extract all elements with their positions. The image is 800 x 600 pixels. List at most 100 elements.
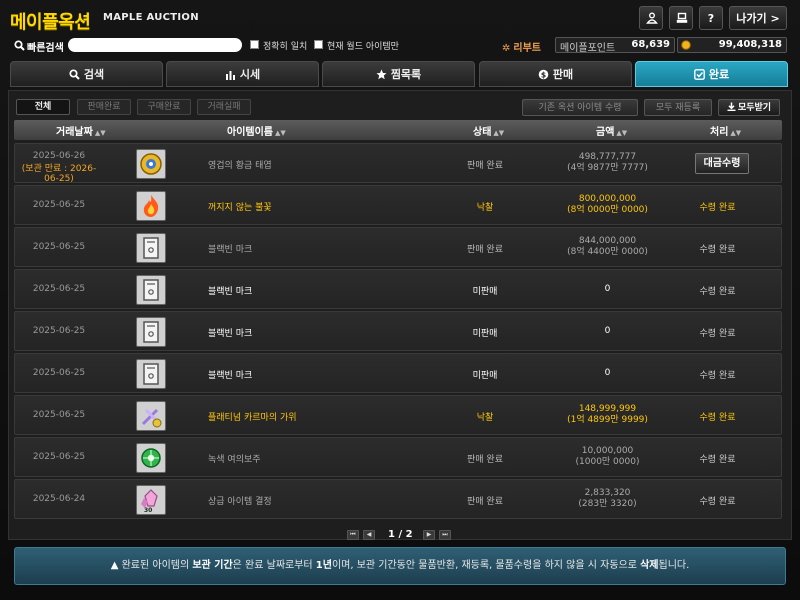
current-world-checkbox[interactable] (314, 40, 323, 49)
amount-korean: (4억 9877만 7777) (567, 163, 648, 173)
fire-flame-icon (136, 191, 166, 221)
process-status: 수령 완료 (699, 497, 736, 507)
meso-box: 99,408,318 (677, 37, 787, 53)
process-status: 수령 완료 (699, 455, 736, 465)
process-status: 수령 완료 (699, 245, 736, 255)
trade-date-value: 2025-06-25 (32, 326, 86, 336)
quick-search-input[interactable] (68, 38, 242, 52)
table-row[interactable]: 2025-06-25 블랙빈 마크 미판매 0 수령 완료 (14, 269, 782, 309)
trade-date-value: 2025-06-25 (32, 284, 86, 294)
svg-text:$: $ (541, 70, 546, 79)
col-process[interactable]: 처리 ▲▼ (710, 123, 741, 138)
trade-status: 판매 완료 (467, 245, 503, 255)
chart-icon (225, 70, 235, 80)
world-name: 리부트 (513, 43, 541, 54)
claim-payment-button[interactable]: 대금수령 (695, 153, 749, 174)
tab-price[interactable]: 시세 (166, 61, 319, 87)
trade-status: 판매 완료 (467, 161, 503, 171)
reboot-world-icon: ✲ (502, 43, 511, 54)
check-icon (693, 68, 705, 80)
relist-all-button[interactable]: 모두 재등록 (644, 99, 712, 116)
col-date[interactable]: 거래날짜 ▲▼ (56, 123, 106, 138)
trade-amount: 800,000,000 (8억 0000만 0000) (555, 194, 660, 216)
col-item-label: 아이템이름 (227, 127, 273, 138)
filter-sold[interactable]: 판매완료 (77, 99, 131, 115)
meso-value: 99,408,318 (718, 39, 782, 50)
maple-point-label: 메이플포인트 (560, 43, 616, 54)
notice-text: 완료된 아이템의 보관 기간은 완료 날짜로부터 1년이며, 보관 기간동안 물… (121, 560, 690, 571)
table-row[interactable]: 2025-06-25 플래티넘 카르마의 가위 낙찰 148,999,999 (1억 4… (14, 395, 782, 435)
tab-complete-label: 완료 (708, 68, 730, 81)
table-row[interactable]: 2025-06-25 블랙빈 마크 미판매 0 수령 완료 (14, 311, 782, 351)
trade-date-value: 2025-06-24 (32, 494, 86, 504)
tab-search[interactable]: 검색 (10, 61, 163, 87)
exit-button[interactable]: 나가기 > (729, 6, 787, 30)
table-row[interactable]: 2025-06-25 블랙빈 마크 판매 완료 844,000,000 (8억 4400… (14, 227, 782, 267)
header-subtitle: MAPLE AUCTION (103, 12, 199, 23)
current-world-label: 현재 월드 아이템만 (327, 42, 399, 52)
trade-date: 2025-06-25 (15, 368, 103, 378)
help-button[interactable]: ? (699, 6, 723, 30)
trade-date: 2025-06-25 (15, 410, 103, 420)
tab-complete[interactable]: 완료 (635, 61, 788, 87)
process-status: 수령 완료 (699, 413, 736, 423)
trade-date-value: 2025-06-25 (32, 368, 86, 378)
tab-wishlist[interactable]: 찜목록 (322, 61, 475, 87)
col-item[interactable]: 아이템이름 ▲▼ (227, 123, 286, 138)
col-status[interactable]: 상태 ▲▼ (473, 123, 504, 138)
prev-page-icon[interactable]: ◀ (363, 530, 375, 540)
item-name: 블랙빈 마크 (208, 371, 253, 381)
trade-amount: 0 (555, 368, 660, 379)
amount-value: 0 (604, 284, 611, 294)
tab-price-label: 시세 (239, 68, 261, 81)
table-row[interactable]: 2025-06-26 (보관 만료 : 2026-06-25) 영겁의 황금 태엽 판… (14, 143, 782, 184)
sort-icon: ▲▼ (94, 129, 106, 137)
amount-value: 10,000,000 (581, 446, 634, 456)
table-row[interactable]: 2025-06-25 꺼지지 않는 불꽃 낙찰 800,000,000 (8억 0000… (14, 185, 782, 225)
trade-status: 낙찰 (476, 413, 494, 423)
next-page-icon[interactable]: ▶ (423, 530, 435, 540)
amount-value: 2,833,320 (584, 488, 631, 498)
amount-korean: (283만 3320) (578, 499, 637, 509)
filter-failed[interactable]: 거래실패 (197, 99, 251, 115)
trade-amount: 148,999,999 (1억 4899만 9999) (555, 404, 660, 426)
tab-wishlist-label: 찜목록 (390, 68, 422, 81)
exact-match-checkbox[interactable] (250, 40, 259, 49)
blank-mark-icon (136, 359, 166, 389)
trade-amount: 498,777,777 (4억 9877만 7777) (555, 152, 660, 174)
search-icon (14, 40, 25, 51)
item-name: 녹색 여의보주 (208, 455, 261, 465)
box-icon (676, 12, 688, 23)
col-status-label: 상태 (473, 127, 492, 138)
filter-bought[interactable]: 구매완료 (137, 99, 191, 115)
storage-button[interactable] (669, 6, 693, 30)
process-status: 수령 완료 (699, 371, 736, 381)
trade-amount: 10,000,000 (1000만 0000) (555, 446, 660, 468)
svg-text:30: 30 (144, 507, 152, 514)
amount-value: 498,777,777 (578, 152, 637, 162)
quick-search-label: 빠른검색 (27, 43, 64, 54)
col-process-label: 처리 (710, 127, 729, 138)
process-status: 수령 완료 (699, 329, 736, 339)
amount-korean: (8억 4400만 0000) (567, 247, 648, 257)
receive-all-button[interactable]: 모두받기 (718, 99, 780, 116)
tab-sell-label: 판매 (552, 68, 574, 81)
tab-sell[interactable]: $ 판매 (479, 61, 632, 87)
character-button[interactable] (639, 6, 663, 30)
person-icon (646, 12, 658, 24)
receive-legacy-button[interactable]: 기존 옥션 아이템 수령 (522, 99, 638, 116)
table-row[interactable]: 2025-06-25 블랙빈 마크 미판매 0 수령 완료 (14, 353, 782, 393)
table-row[interactable]: 2025-06-25 녹색 여의보주 판매 완료 10,000,000 (1000만 0… (14, 437, 782, 477)
star-icon (376, 69, 387, 79)
logo: 메이플옥션 (10, 12, 91, 33)
filter-all[interactable]: 전체 (16, 99, 70, 115)
maple-point-value: 68,639 (631, 39, 670, 50)
col-amount[interactable]: 금액 ▲▼ (596, 123, 627, 138)
trade-amount: 2,833,320 (283만 3320) (555, 488, 660, 510)
warning-icon: ▲ (110, 560, 119, 571)
meso-coin-icon (681, 40, 691, 50)
search-bar: 빠른검색 정확히 일치 현재 월드 아이템만 ✲ 리부트 메이플포인트 68,63… (0, 36, 800, 56)
first-page-icon[interactable]: ⏮ (347, 530, 359, 540)
last-page-icon[interactable]: ⏭ (439, 530, 451, 540)
table-row[interactable]: 2025-06-24 30 상급 아이템 결정 판매 완료 2,833,320 (283만… (14, 479, 782, 519)
